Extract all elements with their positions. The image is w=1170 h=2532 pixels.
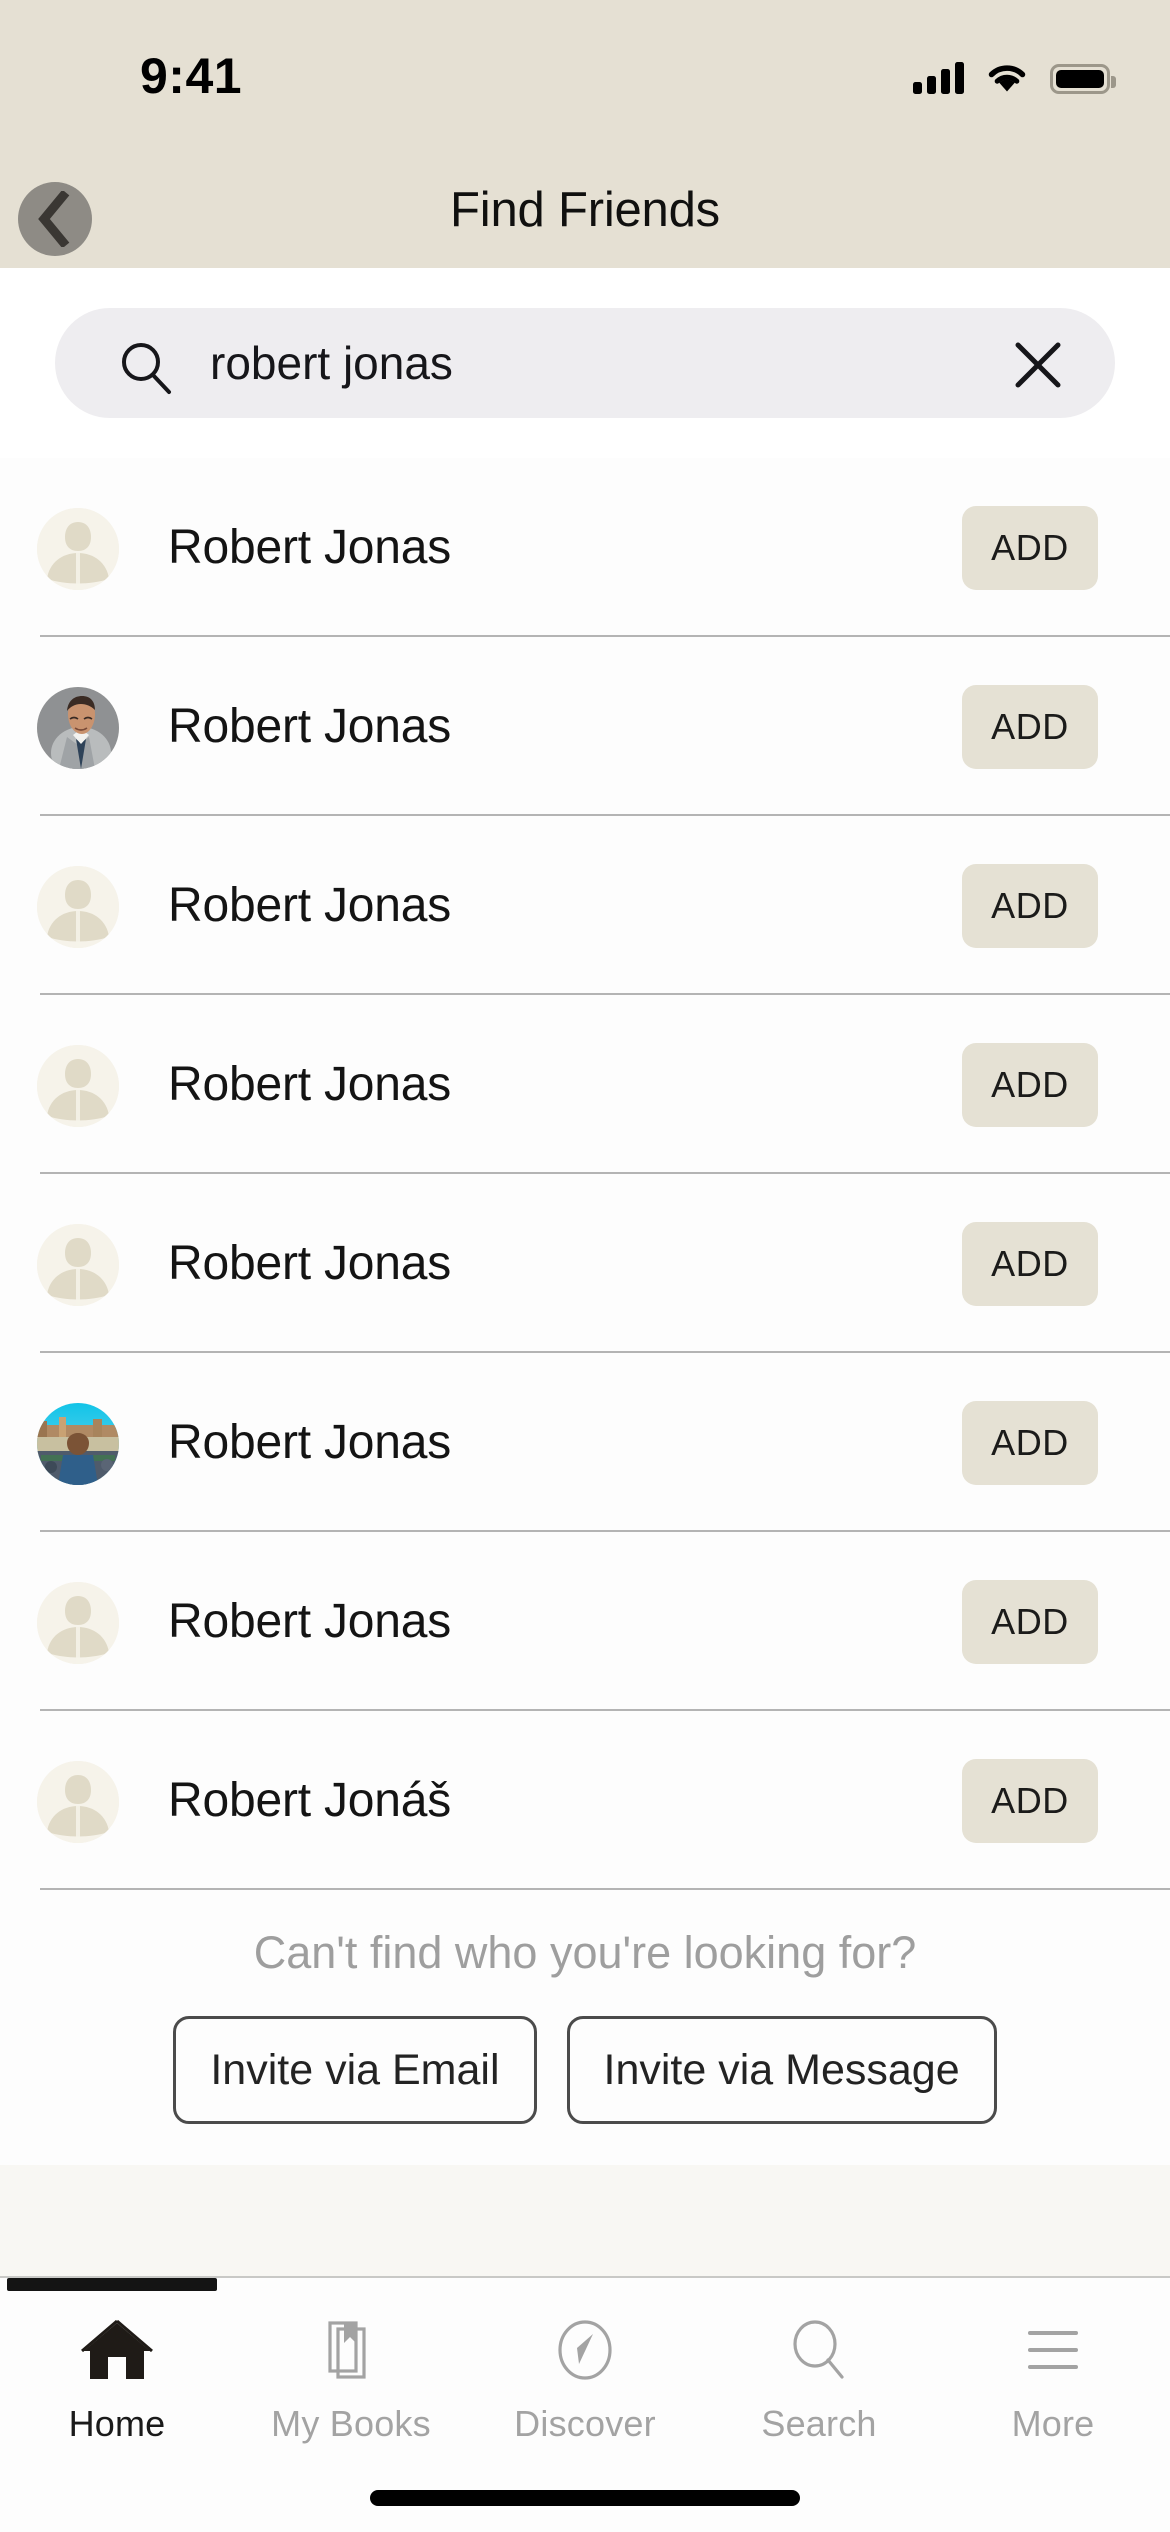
add-friend-button[interactable]: ADD <box>962 864 1098 948</box>
table-row[interactable]: Robert Jonas ADD <box>0 995 1170 1174</box>
friend-name: Robert Jonas <box>168 700 452 753</box>
avatar-placeholder <box>37 1045 119 1127</box>
avatar-photo <box>37 687 119 769</box>
invite-via-email-button[interactable]: Invite via Email <box>173 2016 537 2124</box>
add-friend-button[interactable]: ADD <box>962 685 1098 769</box>
search-field[interactable] <box>55 308 1115 418</box>
friend-name: Robert Jonas <box>168 521 452 574</box>
invite-buttons: Invite via Email Invite via Message <box>0 2016 1170 2124</box>
home-indicator <box>370 2490 800 2506</box>
tab-label: More <box>1011 2403 1095 2444</box>
friend-name: Robert Jonas <box>168 1237 452 1290</box>
invite-via-message-button[interactable]: Invite via Message <box>566 2016 997 2124</box>
add-friend-button[interactable]: ADD <box>962 1759 1098 1843</box>
table-row[interactable]: Robert Jonas ADD <box>0 1174 1170 1353</box>
drag-handle-indicator[interactable] <box>7 2278 217 2291</box>
home-icon <box>80 2313 154 2387</box>
tab-label: Discover <box>514 2403 656 2444</box>
tab-label: Search <box>761 2403 877 2444</box>
search-results-list: Robert Jonas ADD Robert Jonas ADD Robert… <box>0 458 1170 1890</box>
status-bar-indicators <box>913 52 1116 94</box>
bottom-filler-band <box>0 2165 1170 2278</box>
person-placeholder-icon <box>37 866 119 948</box>
profile-photo-outdoor-crowd <box>37 1403 119 1485</box>
search-icon <box>122 343 171 394</box>
table-row[interactable]: Robert Jonas ADD <box>0 1532 1170 1711</box>
compass-icon <box>548 2313 622 2387</box>
table-row[interactable]: Robert Jonas ADD <box>0 637 1170 816</box>
avatar-photo <box>37 1403 119 1485</box>
invite-prompt-text: Can't find who you're looking for? <box>253 1927 917 1978</box>
wifi-icon <box>988 65 1026 92</box>
avatar-placeholder <box>37 866 119 948</box>
tab-search[interactable]: Search <box>702 2291 936 2476</box>
person-placeholder-icon <box>37 1224 119 1306</box>
bottom-tab-bar: Home My Books Discover Search More <box>0 2291 1170 2476</box>
phone-screen: 9:41 Find Friends robert jonas Robert Jo… <box>0 0 1170 2532</box>
person-placeholder-icon <box>37 1761 119 1843</box>
friend-name: Robert Jonas <box>168 879 452 932</box>
table-row[interactable]: Robert Jonas ADD <box>0 1353 1170 1532</box>
battery-full-icon <box>1050 64 1116 94</box>
search-icon <box>782 2313 856 2387</box>
navigation-bar: Find Friends <box>0 150 1170 268</box>
tab-label: Home <box>68 2403 166 2444</box>
invite-section: Can't find who you're looking for? Invit… <box>0 1891 1170 2165</box>
hamburger-menu-icon <box>1016 2313 1090 2387</box>
status-bar-time: 9:41 <box>140 48 243 104</box>
search-section <box>0 268 1170 458</box>
avatar-placeholder <box>37 1582 119 1664</box>
cellular-signal-icon <box>913 62 964 94</box>
person-placeholder-icon <box>37 1582 119 1664</box>
profile-photo-man-suit <box>37 687 119 769</box>
tab-more[interactable]: More <box>936 2291 1170 2476</box>
page-title: Find Friends <box>450 183 720 237</box>
add-friend-button[interactable]: ADD <box>962 1401 1098 1485</box>
clear-search-button[interactable] <box>1009 336 1067 394</box>
avatar-placeholder <box>37 1224 119 1306</box>
person-placeholder-icon <box>37 508 119 590</box>
avatar-placeholder <box>37 1761 119 1843</box>
friend-name: Robert Jonas <box>168 1058 452 1111</box>
search-input[interactable] <box>210 336 1010 391</box>
table-row[interactable]: Robert Jonas ADD <box>0 458 1170 637</box>
add-friend-button[interactable]: ADD <box>962 1043 1098 1127</box>
tab-my-books[interactable]: My Books <box>234 2291 468 2476</box>
friend-name: Robert Jonas <box>168 1416 452 1469</box>
tab-home[interactable]: Home <box>0 2291 234 2476</box>
add-friend-button[interactable]: ADD <box>962 506 1098 590</box>
table-row[interactable]: Robert Jonáš ADD <box>0 1711 1170 1890</box>
add-friend-button[interactable]: ADD <box>962 1580 1098 1664</box>
tab-label: My Books <box>271 2403 431 2444</box>
friend-name: Robert Jonáš <box>168 1774 452 1827</box>
table-row[interactable]: Robert Jonas ADD <box>0 816 1170 995</box>
person-placeholder-icon <box>37 1045 119 1127</box>
books-bookmark-icon <box>314 2313 388 2387</box>
add-friend-button[interactable]: ADD <box>962 1222 1098 1306</box>
tab-discover[interactable]: Discover <box>468 2291 702 2476</box>
friend-name: Robert Jonas <box>168 1595 452 1648</box>
avatar-placeholder <box>37 508 119 590</box>
